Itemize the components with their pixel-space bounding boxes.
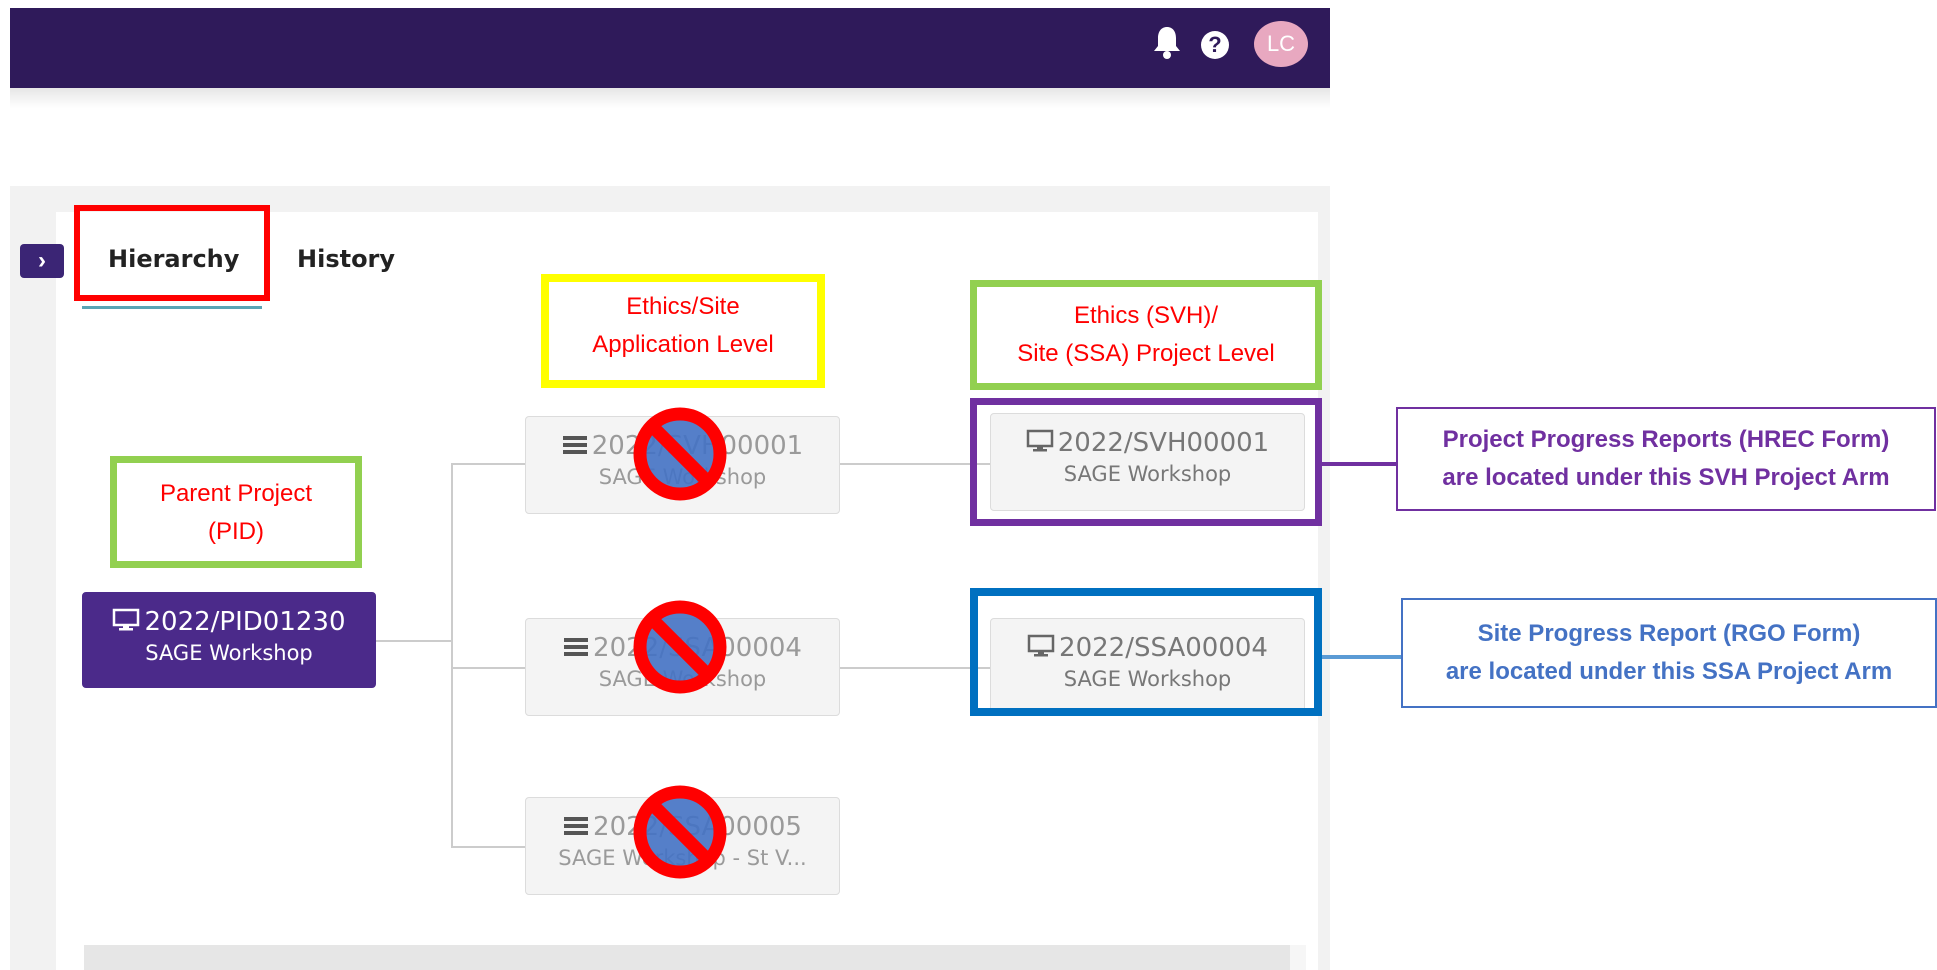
- no-entry-icon: [633, 785, 727, 879]
- parent-project-label: Parent Project (PID): [117, 475, 355, 551]
- stack-icon: [562, 436, 587, 454]
- node-id: 2022/PID01230: [144, 607, 346, 637]
- panel-left-gutter: [10, 186, 56, 970]
- connector-line: [451, 463, 453, 847]
- label-line: Ethics/Site: [626, 293, 740, 320]
- bell-icon[interactable]: [1150, 24, 1184, 60]
- label-line: Application Level: [592, 331, 774, 358]
- ssa-callout-connector: [1322, 655, 1402, 659]
- help-icon[interactable]: ?: [1201, 31, 1229, 59]
- svh-callout-connector: [1322, 462, 1398, 466]
- label-line: (PID): [208, 518, 264, 545]
- label-line: Parent Project: [159, 480, 313, 507]
- parent-project-node[interactable]: 2022/PID01230 SAGE Workshop: [82, 592, 376, 688]
- avatar[interactable]: LC: [1254, 21, 1308, 67]
- hierarchy-tab-highlight: [74, 205, 270, 301]
- expand-panel-button[interactable]: ›: [20, 244, 64, 278]
- monitor-icon: [113, 608, 140, 631]
- horizontal-scrollbar[interactable]: [84, 945, 1290, 970]
- connector-line: [451, 463, 525, 465]
- label-line: Ethics (SVH)/: [1073, 302, 1219, 329]
- top-navigation-bar: [10, 8, 1330, 88]
- connector-line: [451, 846, 525, 848]
- application-level-label: Ethics/Site Application Level: [549, 288, 817, 364]
- scrollbar-track-end: [1290, 945, 1306, 970]
- project-level-highlight: Ethics (SVH)/ Site (SSA) Project Level: [970, 280, 1322, 390]
- callout-line: Site Progress Report (RGO Form): [1477, 620, 1861, 647]
- stack-icon: [564, 817, 589, 835]
- ssa-arm-highlight: [970, 588, 1322, 716]
- svh-progress-reports-callout: Project Progress Reports (HREC Form) are…: [1396, 407, 1936, 511]
- svh-arm-highlight: [970, 398, 1322, 526]
- active-tab-underline: [82, 306, 262, 309]
- no-entry-icon: [633, 600, 727, 694]
- tab-history[interactable]: History: [297, 245, 395, 273]
- label-line: Site (SSA) Project Level: [1017, 340, 1275, 367]
- connector-line: [840, 667, 990, 669]
- connector-line: [840, 463, 990, 465]
- callout-line: are located under this SVH Project Arm: [1442, 464, 1890, 491]
- top-bar-shadow: [10, 88, 1330, 108]
- no-entry-icon: [633, 407, 727, 501]
- connector-line: [376, 640, 452, 642]
- callout-line: are located under this SSA Project Arm: [1445, 658, 1893, 685]
- project-level-label: Ethics (SVH)/ Site (SSA) Project Level: [977, 297, 1315, 373]
- node-name: SAGE Workshop: [145, 641, 313, 665]
- connector-line: [451, 667, 525, 669]
- parent-project-highlight: Parent Project (PID): [110, 456, 362, 568]
- ssa-progress-report-callout: Site Progress Report (RGO Form) are loca…: [1401, 598, 1937, 708]
- callout-line: Project Progress Reports (HREC Form): [1442, 426, 1890, 453]
- stack-icon: [564, 638, 589, 656]
- application-level-highlight: Ethics/Site Application Level: [541, 274, 825, 388]
